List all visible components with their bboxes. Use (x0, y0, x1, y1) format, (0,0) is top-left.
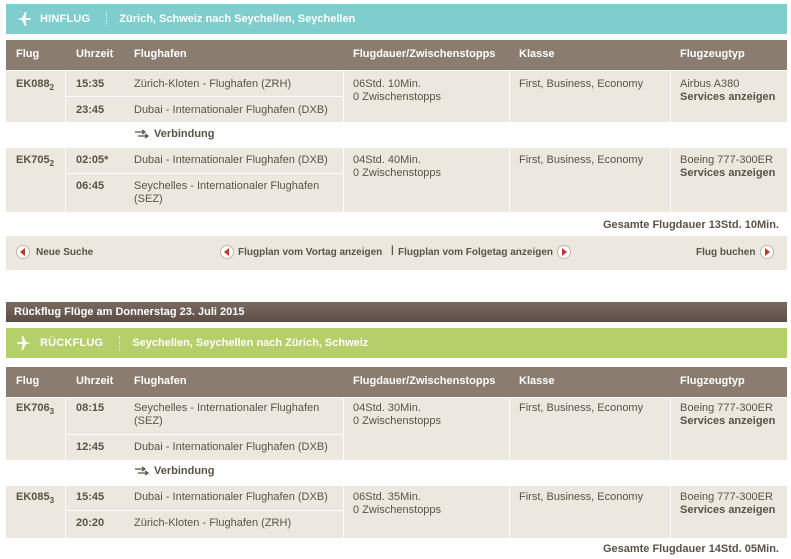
arrival-airport: Dubai - Internationaler Flughafen (DXB) (134, 441, 328, 453)
flight-duration: 04Std. 30Min. (353, 402, 421, 414)
show-services-link[interactable]: Services anzeigen (680, 504, 775, 517)
new-search-button[interactable]: Neue Suche (16, 245, 93, 259)
book-flight-button[interactable]: Flug buchen (696, 245, 775, 259)
travel-class: First, Business, Economy (519, 402, 644, 414)
arrival-airport: Seychelles - Internationaler Flughafen (134, 180, 320, 192)
col-airport: Flughafen (134, 48, 187, 60)
show-services-link[interactable]: Services anzeigen (680, 167, 775, 180)
departure-time: 15:45 (76, 491, 105, 503)
col-duration: Flugdauer/Zwischenstopps (353, 375, 496, 387)
departure-airport: Seychelles - Internationaler Flughafen (134, 402, 320, 414)
col-flight: Flug (16, 48, 40, 60)
connection-label: Verbindung (134, 465, 215, 477)
departure-time: 02:05* (76, 154, 109, 166)
travel-class: First, Business, Economy (519, 491, 644, 503)
airplane-icon (17, 12, 31, 26)
arrow-right-icon (557, 245, 572, 259)
previous-day-link[interactable]: Flugplan vom Vortag anzeigen (220, 245, 382, 259)
stopovers: 0 Zwischenstopps (353, 167, 442, 179)
departure-airport: Zürich-Kloten - Flughafen (ZRH) (134, 78, 292, 90)
aircraft-type: Boeing 777-300ER (680, 491, 773, 503)
arrival-time: 06:45 (76, 180, 105, 192)
flight-number: EK7052 (16, 154, 55, 169)
inbound-header-band: RÜCKFLUG Seychellen, Seychellen nach Zür… (6, 328, 787, 358)
col-airport: Flughafen (134, 375, 187, 387)
flight-number: EK0853 (16, 491, 55, 506)
col-aircraft: Flugzeugtyp (680, 48, 745, 60)
flight-duration: 04Std. 40Min. (353, 154, 421, 166)
navigation-bar: Neue Suche Flugplan vom Vortag anzeigen … (6, 236, 787, 270)
outbound-table-header: Flug Uhrzeit Flughafen Flugdauer/Zwische… (6, 40, 787, 70)
connection-label: Verbindung (134, 128, 215, 140)
arrow-right-icon (760, 245, 775, 259)
airplane-icon (17, 336, 31, 350)
col-class: Klasse (519, 375, 555, 387)
outbound-route: Zürich, Schweiz nach Seychellen, Seychel… (119, 13, 356, 25)
arrival-airport-code: (SEZ) (134, 193, 163, 205)
departure-time: 15:35 (76, 78, 105, 90)
col-time: Uhrzeit (76, 375, 114, 387)
col-aircraft: Flugzeugtyp (680, 375, 745, 387)
stopovers: 0 Zwischenstopps (353, 91, 442, 103)
band-divider (106, 12, 108, 26)
departure-airport: Dubai - Internationaler Flughafen (DXB) (134, 154, 328, 166)
inbound-table-header: Flug Uhrzeit Flughafen Flugdauer/Zwische… (6, 367, 787, 397)
stopovers: 0 Zwischenstopps (353, 504, 442, 516)
col-flight: Flug (16, 375, 40, 387)
departure-time: 08:15 (76, 402, 105, 414)
arrow-left-icon (16, 245, 30, 259)
return-date-banner: Rückflug Flüge am Donnerstag 23. Juli 20… (6, 302, 787, 322)
flight-duration: 06Std. 35Min. (353, 491, 421, 503)
outbound-total-duration: Gesamte Flugdauer 13Std. 10Min. (602, 219, 779, 231)
aircraft-type: Boeing 777-300ER (680, 402, 773, 414)
aircraft-type: Boeing 777-300ER (680, 154, 773, 166)
outbound-header-band: HINFLUG Zürich, Schweiz nach Seychellen,… (6, 4, 787, 34)
stopovers: 0 Zwischenstopps (353, 415, 442, 427)
inbound-total-duration: Gesamte Flugdauer 14Std. 05Min. (602, 543, 779, 555)
arrival-airport: Zürich-Kloten - Flughafen (ZRH) (134, 517, 292, 529)
travel-class: First, Business, Economy (519, 78, 644, 90)
col-time: Uhrzeit (76, 48, 114, 60)
band-divider (119, 336, 121, 350)
arrival-time: 12:45 (76, 441, 105, 453)
flight-number: EK0882 (16, 78, 55, 93)
arrival-airport: Dubai - Internationaler Flughafen (DXB) (134, 104, 328, 116)
next-day-link[interactable]: Flugplan vom Folgetag anzeigen (398, 245, 572, 259)
departure-airport-code: (SEZ) (134, 415, 163, 427)
arrival-time: 20:20 (76, 517, 105, 529)
table-row: EK7063 08:15 Seychelles - Internationale… (6, 398, 787, 460)
show-services-link[interactable]: Services anzeigen (680, 91, 775, 104)
outbound-direction-label: HINFLUG (40, 13, 91, 25)
flight-duration: 06Std. 10Min. (353, 78, 421, 90)
nav-divider: | (391, 245, 394, 256)
show-services-link[interactable]: Services anzeigen (680, 415, 775, 428)
flight-number: EK7063 (16, 402, 55, 417)
table-row: EK0853 15:45 Dubai - Internationaler Flu… (6, 486, 787, 538)
connection-arrows-icon (135, 466, 150, 476)
col-duration: Flugdauer/Zwischenstopps (353, 48, 496, 60)
aircraft-type: Airbus A380 (680, 78, 740, 90)
col-class: Klasse (519, 48, 555, 60)
table-row: EK0882 15:35 Zürich-Kloten - Flughafen (… (6, 71, 787, 122)
inbound-route: Seychellen, Seychellen nach Zürich, Schw… (132, 337, 369, 349)
arrow-left-icon (220, 245, 234, 259)
travel-class: First, Business, Economy (519, 154, 644, 166)
connection-arrows-icon (135, 129, 150, 139)
departure-airport: Dubai - Internationaler Flughafen (DXB) (134, 491, 328, 503)
table-row: EK7052 02:05* Dubai - Internationaler Fl… (6, 148, 787, 212)
inbound-direction-label: RÜCKFLUG (40, 337, 104, 349)
arrival-time: 23:45 (76, 104, 105, 116)
